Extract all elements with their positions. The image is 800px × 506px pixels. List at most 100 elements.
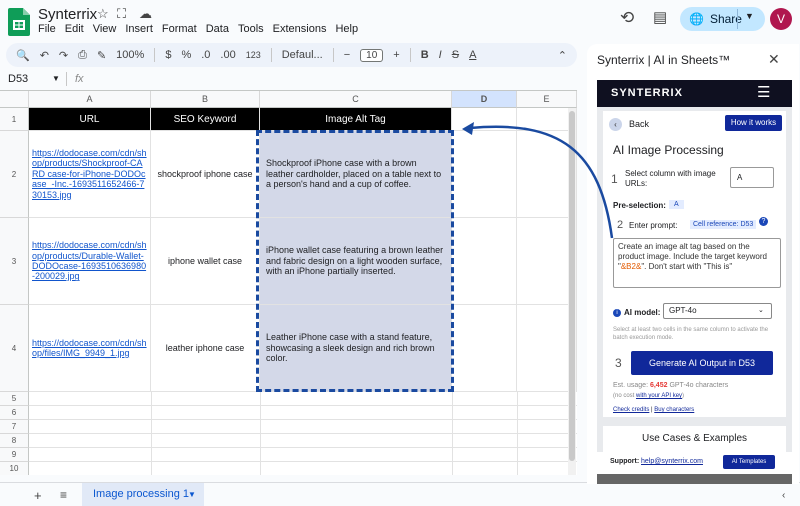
text-color-button[interactable]: A xyxy=(469,49,476,61)
row-header-7[interactable]: 7 xyxy=(0,420,29,434)
bold-button[interactable]: B xyxy=(421,49,429,61)
share-button[interactable]: 🌐 Share ▼ xyxy=(680,7,765,31)
column-header-b[interactable]: B xyxy=(151,91,260,108)
name-box-caret-icon[interactable]: ▼ xyxy=(52,74,60,83)
header-cell-url[interactable]: URL xyxy=(29,108,151,131)
font-size-increase-button[interactable]: + xyxy=(393,49,399,61)
row-header-6[interactable]: 6 xyxy=(0,406,29,420)
add-sheet-button[interactable]: + xyxy=(34,488,42,503)
row-header-4[interactable]: 4 xyxy=(0,305,29,392)
row-header-5[interactable]: 5 xyxy=(0,392,29,406)
column-header-a[interactable]: A xyxy=(29,91,151,108)
url-cell[interactable]: https://dodocase.com/cdn/shop/products/D… xyxy=(29,218,151,305)
row-header-10[interactable]: 10 xyxy=(0,462,29,475)
strikethrough-button[interactable]: S xyxy=(452,49,459,61)
menu-data[interactable]: Data xyxy=(206,23,229,35)
prompt-textarea[interactable]: Create an image alt tag based on the pro… xyxy=(613,238,781,288)
percent-format-button[interactable]: % xyxy=(181,49,191,61)
api-key-link[interactable]: with your API key xyxy=(636,393,682,399)
formula-divider xyxy=(66,72,67,86)
menu-file[interactable]: File xyxy=(38,23,56,35)
ai-templates-button[interactable]: AI Templates xyxy=(723,455,775,469)
menu-format[interactable]: Format xyxy=(162,23,197,35)
keyword-cell[interactable]: leather iphone case xyxy=(151,305,260,392)
select-all-corner[interactable] xyxy=(0,91,29,108)
cell-d1[interactable] xyxy=(452,108,517,131)
use-cases-button[interactable]: Use Cases & Examples xyxy=(603,426,786,452)
print-icon[interactable]: ⎙ xyxy=(78,49,87,62)
sheet-tab-caret-icon[interactable]: ▼ xyxy=(188,490,196,499)
row-header-8[interactable]: 8 xyxy=(0,434,29,448)
help-icon[interactable]: ? xyxy=(759,217,768,226)
move-folder-icon[interactable]: ⛶ xyxy=(117,6,126,22)
column-header-c[interactable]: C xyxy=(260,91,452,108)
column-header-e[interactable]: E xyxy=(517,91,577,108)
cell-d4[interactable] xyxy=(452,305,517,392)
chevron-left-icon[interactable]: ‹ xyxy=(782,490,785,501)
name-box[interactable]: D53 xyxy=(8,73,28,85)
zoom-select[interactable]: 100% xyxy=(116,49,144,61)
url-cell[interactable]: https://dodocase.com/cdn/shop/files/IMG_… xyxy=(29,305,151,392)
currency-format-button[interactable]: $ xyxy=(165,49,171,61)
row-header-1[interactable]: 1 xyxy=(0,108,29,131)
font-size-input[interactable]: 10 xyxy=(360,48,384,62)
sheets-logo-icon[interactable] xyxy=(8,8,30,36)
menu-help[interactable]: Help xyxy=(335,23,358,35)
sheet-tab-image-processing[interactable]: Image processing 1 xyxy=(82,483,204,506)
increase-decimal-button[interactable]: .00 xyxy=(220,49,235,61)
ai-model-label: AI model: xyxy=(624,308,661,317)
collapse-toolbar-icon[interactable]: ⌃ xyxy=(558,49,567,62)
spreadsheet-grid[interactable]: A B C D E 1 2 3 4 5 6 7 8 9 10 URL SEO K… xyxy=(0,90,577,475)
font-size-decrease-button[interactable]: − xyxy=(344,49,350,61)
avatar[interactable]: V xyxy=(770,8,792,30)
italic-button[interactable]: I xyxy=(439,49,442,61)
url-cell[interactable]: https://dodocase.com/cdn/shop/products/S… xyxy=(29,131,151,218)
cell-reference-badge[interactable]: Cell reference: D53 xyxy=(690,220,757,229)
generate-ai-output-button[interactable]: Generate AI Output in D53 xyxy=(631,351,773,375)
hamburger-menu-icon[interactable]: ☰ xyxy=(757,83,770,101)
info-icon[interactable]: i xyxy=(613,309,621,317)
back-arrow-icon[interactable]: ‹ xyxy=(609,118,622,131)
menu-extensions[interactable]: Extensions xyxy=(273,23,327,35)
menu-tools[interactable]: Tools xyxy=(238,23,264,35)
decrease-decimal-button[interactable]: .0 xyxy=(201,49,210,61)
comments-icon[interactable]: ▤ xyxy=(653,8,667,26)
empty-rows[interactable] xyxy=(29,392,577,475)
keyword-cell[interactable]: iphone wallet case xyxy=(151,218,260,305)
version-history-icon[interactable]: ⟲ xyxy=(620,8,634,28)
star-icon[interactable]: ☆ xyxy=(97,6,109,22)
header-cell-keyword[interactable]: SEO Keyword xyxy=(151,108,260,131)
font-select[interactable]: Defaul... xyxy=(282,49,323,61)
row-header-2[interactable]: 2 xyxy=(0,131,29,218)
undo-icon[interactable]: ↶ xyxy=(40,49,49,62)
menu-edit[interactable]: Edit xyxy=(65,23,84,35)
more-formats-button[interactable]: 123 xyxy=(246,50,261,60)
vertical-scrollbar-thumb[interactable] xyxy=(569,111,575,461)
ai-model-select[interactable]: GPT-4o xyxy=(663,303,772,319)
support-email-link[interactable]: help@synterrix.com xyxy=(641,458,703,465)
header-cell-alt[interactable]: Image Alt Tag xyxy=(260,108,452,131)
col-line xyxy=(452,392,453,475)
redo-icon[interactable]: ↷ xyxy=(59,49,68,62)
row-header-9[interactable]: 9 xyxy=(0,448,29,462)
menu-insert[interactable]: Insert xyxy=(125,23,153,35)
cloud-saved-icon[interactable]: ☁ xyxy=(139,6,152,22)
buy-characters-link[interactable]: Buy characters xyxy=(654,407,694,413)
paint-format-icon[interactable]: ✎ xyxy=(97,49,106,62)
document-title[interactable]: Synterrix xyxy=(38,6,97,23)
chevron-down-icon[interactable]: ⌄ xyxy=(758,306,764,314)
cell-d2[interactable] xyxy=(452,131,517,218)
share-caret-icon[interactable]: ▼ xyxy=(745,11,754,21)
search-menus-icon[interactable]: 🔍 xyxy=(16,49,30,62)
row-header-3[interactable]: 3 xyxy=(0,218,29,305)
all-sheets-button[interactable]: ≡ xyxy=(60,488,67,502)
menu-view[interactable]: View xyxy=(93,23,117,35)
how-it-works-button[interactable]: How it works xyxy=(725,115,782,131)
cell-d3[interactable] xyxy=(452,218,517,305)
check-credits-link[interactable]: Check credits xyxy=(613,407,649,413)
close-icon[interactable]: ✕ xyxy=(768,51,780,68)
column-header-d[interactable]: D xyxy=(452,91,517,108)
back-link[interactable]: Back xyxy=(629,119,649,129)
keyword-cell[interactable]: shockproof iphone case xyxy=(151,131,260,218)
image-column-input[interactable]: A xyxy=(730,167,774,188)
